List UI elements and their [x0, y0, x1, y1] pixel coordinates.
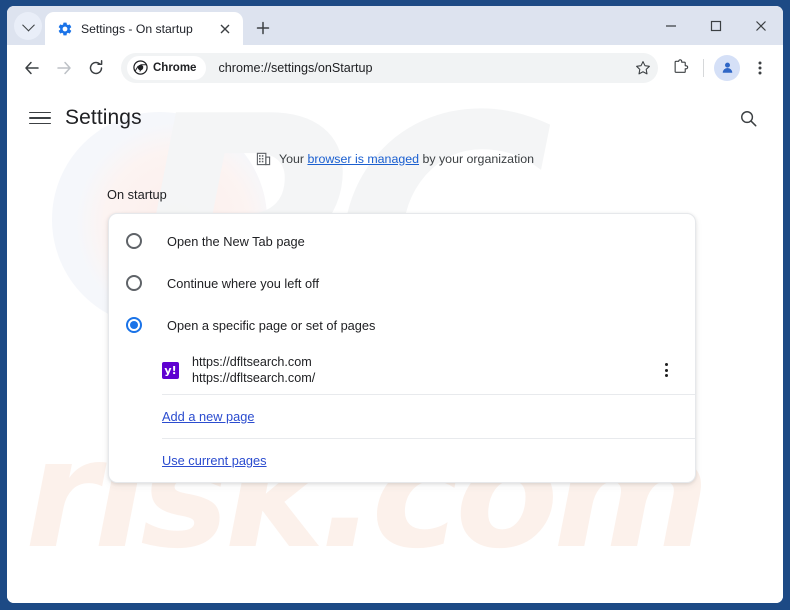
- startup-page-texts: https://dfltsearch.com https://dfltsearc…: [192, 355, 315, 385]
- minimize-icon: [665, 24, 676, 27]
- bookmark-button[interactable]: [628, 53, 658, 83]
- browser-toolbar: Chrome chrome://settings/onStartup: [7, 45, 783, 90]
- add-new-page-row: Add a new page: [109, 395, 695, 438]
- omnibox-chrome-chip: Chrome: [127, 55, 207, 80]
- on-startup-card: Open the New Tab page Continue where you…: [108, 213, 696, 483]
- omnibox-url-text: chrome://settings/onStartup: [218, 60, 373, 75]
- radio-option-specific-pages[interactable]: Open a specific page or set of pages: [109, 304, 695, 346]
- section-label-on-startup: On startup: [107, 187, 167, 202]
- close-icon: [755, 20, 766, 31]
- browser-menu-button[interactable]: [745, 53, 775, 83]
- plus-icon: [256, 21, 270, 35]
- settings-page: PC risk.com Settings: [7, 90, 783, 603]
- forward-button[interactable]: [49, 53, 79, 83]
- arrow-left-icon: [25, 61, 39, 74]
- bookmark-star-icon: [636, 60, 650, 74]
- radio-option-continue-where-left-off[interactable]: Continue where you left off: [109, 262, 695, 304]
- reload-button[interactable]: [81, 53, 111, 83]
- organization-building-icon: [256, 152, 271, 166]
- radio-label: Continue where you left off: [167, 275, 320, 291]
- settings-header: Settings: [7, 90, 783, 146]
- close-window-button[interactable]: [738, 7, 783, 45]
- three-dot-menu-icon: [758, 61, 762, 74]
- radio-icon: [126, 275, 142, 291]
- gear-icon: [58, 22, 72, 35]
- startup-page-menu-button[interactable]: [653, 357, 679, 383]
- tab-search-button[interactable]: [14, 12, 42, 40]
- managed-banner-text: Your browser is managed by your organiza…: [279, 152, 534, 166]
- favicon: y!: [162, 361, 179, 379]
- omnibox-chip-label: Chrome: [153, 61, 197, 74]
- maximize-button[interactable]: [693, 7, 738, 45]
- browser-window-inner: Settings - On startup Chrome chrome://se…: [7, 6, 783, 603]
- radio-label: Open a specific page or set of pages: [167, 317, 376, 333]
- window-controls: [648, 6, 783, 45]
- radio-icon: [126, 233, 142, 249]
- radio-label: Open the New Tab page: [167, 233, 305, 249]
- tab-settings[interactable]: Settings - On startup: [45, 12, 243, 45]
- settings-search-button[interactable]: [733, 103, 763, 133]
- managed-link[interactable]: browser is managed: [307, 152, 419, 166]
- omnibox[interactable]: Chrome chrome://settings/onStartup: [121, 52, 658, 83]
- use-current-pages-row: Use current pages: [109, 439, 695, 482]
- radio-option-new-tab-page[interactable]: Open the New Tab page: [109, 220, 695, 262]
- chrome-logo-icon: [133, 60, 148, 75]
- reload-icon: [89, 59, 103, 74]
- profile-avatar-icon: [722, 62, 732, 73]
- toolbar-divider: [703, 58, 704, 77]
- radio-icon-selected: [126, 317, 142, 333]
- page-title: Settings: [65, 106, 142, 129]
- tab-close-button[interactable]: [216, 20, 234, 38]
- back-button[interactable]: [17, 53, 47, 83]
- minimize-button[interactable]: [648, 7, 693, 45]
- close-icon: [220, 24, 230, 33]
- managed-banner: Your browser is managed by your organiza…: [7, 151, 783, 166]
- use-current-pages-link[interactable]: Use current pages: [162, 453, 267, 468]
- new-tab-button[interactable]: [249, 14, 277, 42]
- managed-prefix: Your: [278, 151, 308, 166]
- tab-strip: Settings - On startup: [7, 6, 783, 45]
- arrow-right-icon: [57, 61, 71, 74]
- startup-page-url: https://dfltsearch.com/: [192, 371, 316, 385]
- startup-page-title: https://dfltsearch.com: [192, 355, 312, 369]
- tab-title: Settings - On startup: [81, 21, 193, 36]
- three-dot-menu-icon: [664, 363, 668, 366]
- managed-suffix: by your organization: [419, 151, 535, 166]
- search-icon: [740, 110, 756, 126]
- extensions-puzzle-icon: [674, 58, 689, 73]
- startup-page-row: y! https://dfltsearch.com https://dfltse…: [109, 346, 695, 394]
- chevron-down-icon: [21, 18, 35, 31]
- profile-button[interactable]: [714, 54, 740, 81]
- add-a-new-page-link[interactable]: Add a new page: [162, 409, 255, 424]
- hamburger-menu-icon[interactable]: [29, 107, 51, 129]
- browser-window: Settings - On startup Chrome chrome://se…: [0, 0, 790, 610]
- extensions-button[interactable]: [666, 53, 696, 83]
- maximize-icon: [710, 20, 721, 31]
